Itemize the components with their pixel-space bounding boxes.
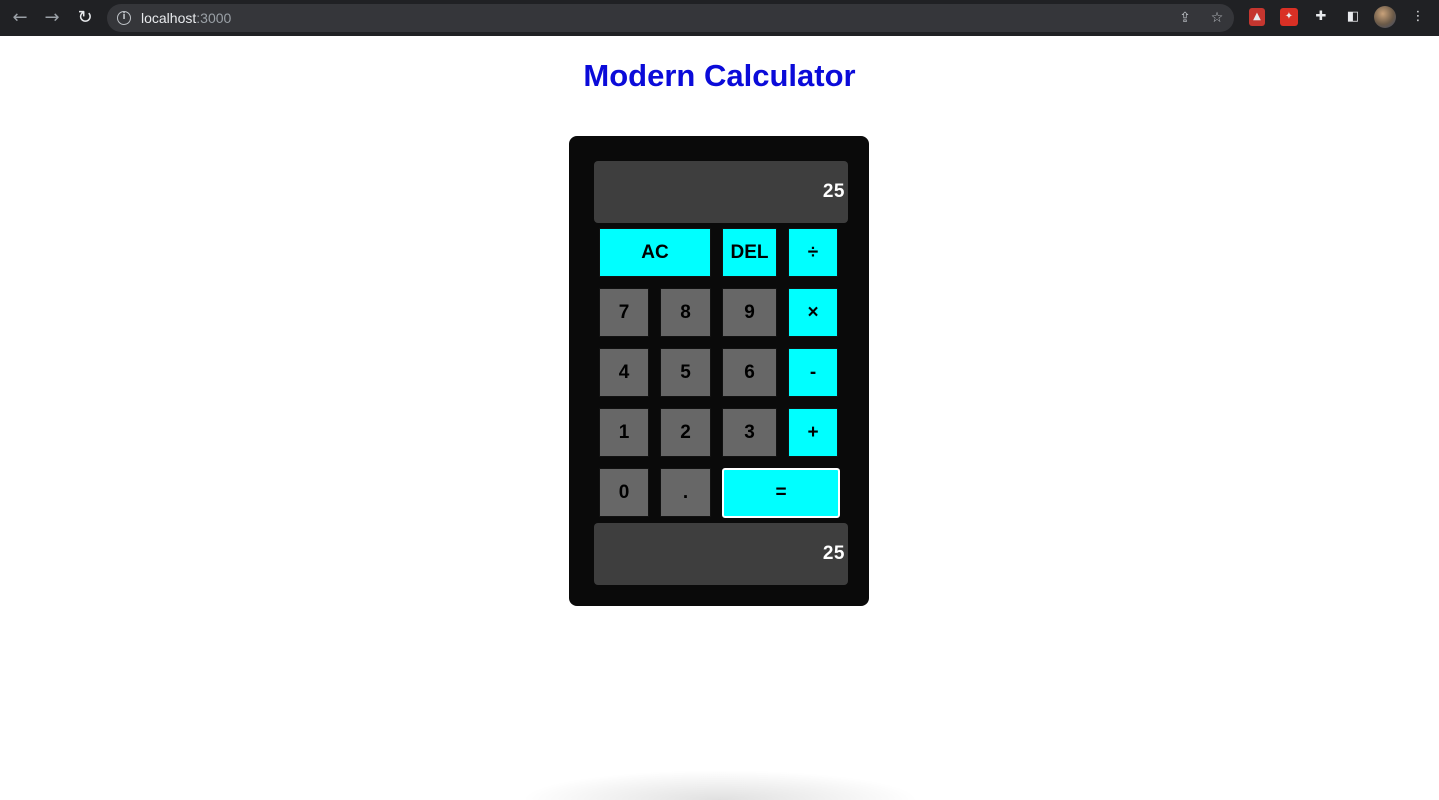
puzzle-icon[interactable]: ✚ [1310,6,1332,28]
extension-red2-icon[interactable]: ✦ [1280,8,1298,26]
url-port: :3000 [196,10,232,26]
digit-0-button[interactable]: 0 [599,468,649,517]
digit-9-button[interactable]: 9 [722,288,777,337]
calculator: 25 AC DEL ÷ 7 8 9 × 4 5 6 - 1 2 3 + 0 . … [569,136,869,606]
digit-6-button[interactable]: 6 [722,348,777,397]
ac-button[interactable]: AC [599,228,711,277]
bottom-shadow [520,770,920,800]
sidebar-icon[interactable]: ◧ [1342,6,1364,28]
page-title: Modern Calculator [583,58,856,93]
star-icon[interactable]: ☆ [1206,7,1228,29]
digit-7-button[interactable]: 7 [599,288,649,337]
calculator-display-current: 25 [594,523,848,585]
share-icon[interactable]: ⇪ [1174,7,1196,29]
digit-5-button[interactable]: 5 [660,348,711,397]
reload-icon[interactable]: ↻ [73,6,97,30]
divide-button[interactable]: ÷ [788,228,838,277]
url-host: localhost [141,10,197,26]
url-text: localhost:3000 [141,10,231,26]
multiply-button[interactable]: × [788,288,838,337]
digit-4-button[interactable]: 4 [599,348,649,397]
extension-red-icon[interactable]: ▲ [1249,8,1265,26]
digit-3-button[interactable]: 3 [722,408,777,457]
browser-toolbar: ← → ↻ i localhost:3000 ⇪ ☆ ▲ ✦ ✚ ◧ ⋮ [0,0,1439,36]
del-button[interactable]: DEL [722,228,777,277]
kebab-menu-icon[interactable]: ⋮ [1407,6,1429,28]
equals-button[interactable]: = [722,468,840,518]
calculator-display-previous: 25 [594,161,848,223]
digit-1-button[interactable]: 1 [599,408,649,457]
address-bar[interactable]: i localhost:3000 ⇪ ☆ [107,4,1234,32]
digit-2-button[interactable]: 2 [660,408,711,457]
decimal-point-button[interactable]: . [660,468,711,517]
profile-avatar[interactable] [1374,6,1396,28]
info-icon[interactable]: i [117,11,131,25]
plus-button[interactable]: + [788,408,838,457]
forward-arrow-icon[interactable]: → [40,6,64,30]
back-arrow-icon[interactable]: ← [8,6,32,30]
digit-8-button[interactable]: 8 [660,288,711,337]
minus-button[interactable]: - [788,348,838,397]
